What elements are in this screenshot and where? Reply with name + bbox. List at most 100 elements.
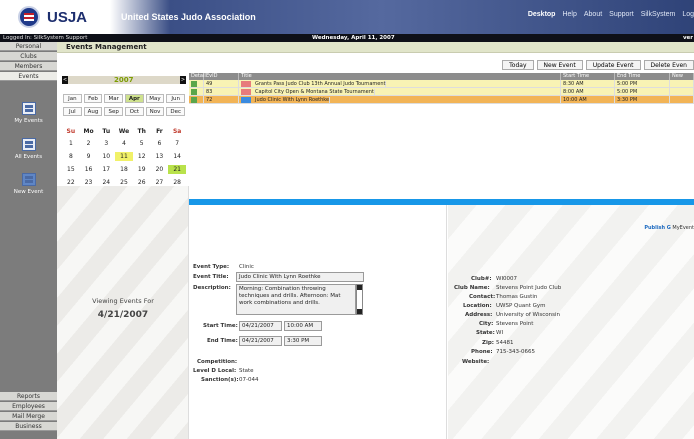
- calendar-day[interactable]: 17: [97, 165, 115, 174]
- sidebar-all-events[interactable]: All Events: [0, 138, 57, 160]
- event-details: Event Type: Clinic Event Title: Judo Cli…: [189, 205, 447, 439]
- sidebar-my-events-label: My Events: [14, 118, 43, 124]
- level-label: Level D Local:: [193, 368, 237, 374]
- calendar-day[interactable]: 21: [168, 165, 186, 174]
- calendar-day[interactable]: 12: [133, 152, 151, 161]
- table-row[interactable]: 72 Judo Clinic With Lynn Roethke 10:00 A…: [189, 96, 694, 104]
- calendar-day[interactable]: 11: [115, 152, 133, 161]
- competition-label: Competition:: [197, 359, 238, 365]
- new-event-button[interactable]: New Event: [536, 60, 583, 70]
- sidebar-tab-employees[interactable]: Employees: [0, 402, 57, 411]
- month-aug[interactable]: Aug: [83, 107, 103, 116]
- calendar-day[interactable]: 20: [151, 165, 169, 174]
- description-field[interactable]: Morning: Combination throwing techniques…: [236, 284, 356, 315]
- month-jan[interactable]: Jan: [63, 94, 82, 103]
- calendar-day[interactable]: 9: [80, 152, 98, 161]
- start-time-field[interactable]: 10:00 AM: [284, 321, 322, 331]
- contact-value: Thomas Gustin: [496, 294, 538, 300]
- calendar-day[interactable]: 16: [80, 165, 98, 174]
- calendar-day[interactable]: 2: [80, 139, 98, 148]
- col-new[interactable]: New: [670, 73, 694, 80]
- cell-start: 8:00 AM: [561, 88, 615, 95]
- calendar-day[interactable]: 10: [97, 152, 115, 161]
- calendar-year-bar: < 2007 >: [62, 76, 186, 84]
- calendar-day[interactable]: 8: [62, 152, 80, 161]
- google-calendar-icon[interactable]: G: [667, 225, 671, 231]
- nav-support[interactable]: Support: [609, 11, 634, 18]
- cell-end: 5:00 PM: [615, 88, 670, 95]
- app-header: USJA United States Judo Association Desk…: [0, 0, 694, 34]
- month-may[interactable]: May: [145, 94, 165, 103]
- col-evid[interactable]: EvID: [204, 73, 239, 80]
- month-mar[interactable]: Mar: [104, 94, 123, 103]
- sidebar-tab-business[interactable]: Business: [0, 422, 57, 431]
- detail-check-icon[interactable]: [191, 97, 197, 103]
- update-event-button[interactable]: Update Event: [585, 60, 641, 70]
- cell-title: Grants Pass Judo Club 13th Annual Judo T…: [253, 81, 387, 87]
- nav-desktop[interactable]: Desktop: [528, 11, 556, 18]
- month-sep[interactable]: Sep: [104, 107, 123, 116]
- publish-button[interactable]: Publish: [644, 225, 665, 231]
- col-detail[interactable]: Detail: [189, 73, 206, 80]
- month-dec[interactable]: Dec: [166, 107, 185, 116]
- club-details: Club#: WI0007 Club Name: Stevens Point J…: [448, 205, 694, 439]
- month-feb[interactable]: Feb: [83, 94, 103, 103]
- start-date-field[interactable]: 04/21/2007: [239, 321, 282, 331]
- sidebar-new-event[interactable]: New Event: [0, 173, 57, 195]
- weekday-label: Su: [66, 128, 76, 135]
- calendar-day[interactable]: 15: [62, 165, 80, 174]
- calendar-day[interactable]: 1: [62, 139, 80, 148]
- delete-event-button[interactable]: Delete Even: [643, 60, 694, 70]
- calendar-day[interactable]: 13: [151, 152, 169, 161]
- month-nov[interactable]: Nov: [145, 107, 165, 116]
- prev-year-button[interactable]: <: [62, 76, 68, 84]
- nav-help[interactable]: Help: [562, 11, 576, 18]
- calendar-day[interactable]: 7: [168, 139, 186, 148]
- sidebar-tab-clubs[interactable]: Clubs: [0, 52, 57, 61]
- sidebar-tab-reports[interactable]: Reports: [0, 392, 57, 401]
- detail-check-icon[interactable]: [191, 81, 197, 87]
- logo-text: USJA: [47, 9, 88, 26]
- weekday-label: Tu: [102, 128, 111, 135]
- calendar-day[interactable]: 3: [97, 139, 115, 148]
- sidebar-tab-mail-merge[interactable]: Mail Merge: [0, 412, 57, 421]
- nav-logout[interactable]: Log: [682, 11, 694, 18]
- nav-silksystem[interactable]: SilkSystem: [641, 11, 676, 18]
- end-date-field[interactable]: 04/21/2007: [239, 336, 282, 346]
- description-scrollbar[interactable]: [356, 284, 363, 315]
- sidebar-tab-personal[interactable]: Personal: [0, 42, 57, 51]
- event-title-field[interactable]: Judo Clinic With Lynn Roethke: [236, 272, 364, 282]
- my-events-link[interactable]: MyEvent: [672, 225, 694, 231]
- calendar-day[interactable]: 14: [168, 152, 186, 161]
- sidebar-my-events[interactable]: My Events: [0, 102, 57, 124]
- calendar-day[interactable]: 18: [115, 165, 133, 174]
- month-apr[interactable]: Apr: [124, 94, 144, 103]
- club-number-value: WI0007: [496, 276, 518, 282]
- month-jul[interactable]: Jul: [63, 107, 82, 116]
- col-end-time[interactable]: End Time: [615, 73, 670, 80]
- today-button[interactable]: Today: [502, 60, 534, 70]
- table-row[interactable]: 83 Capitol City Open & Montana State Tou…: [189, 88, 694, 96]
- table-row[interactable]: 49 Grants Pass Judo Club 13th Annual Jud…: [189, 80, 694, 88]
- calendar-day[interactable]: 19: [133, 165, 151, 174]
- month-jun[interactable]: Jun: [166, 94, 185, 103]
- month-oct[interactable]: Oct: [124, 107, 144, 116]
- nav-about[interactable]: About: [584, 11, 602, 18]
- weekday-label: Sa: [172, 128, 182, 135]
- end-time-field[interactable]: 3:30 PM: [284, 336, 322, 346]
- sidebar-tab-events[interactable]: Events: [0, 72, 57, 81]
- cell-start: 8:30 AM: [561, 80, 615, 87]
- col-title[interactable]: Title: [239, 73, 561, 80]
- scroll-up-icon[interactable]: [357, 285, 362, 290]
- event-color-swatch: [241, 89, 251, 95]
- city-value: Stevens Point: [496, 321, 534, 327]
- scroll-down-icon[interactable]: [357, 309, 362, 314]
- calendar-day[interactable]: 6: [151, 139, 169, 148]
- next-year-button[interactable]: >: [180, 76, 186, 84]
- calendar-day[interactable]: 5: [133, 139, 151, 148]
- all-events-icon: [21, 138, 36, 151]
- col-start-time[interactable]: Start Time: [561, 73, 615, 80]
- sidebar-tab-members[interactable]: Members: [0, 62, 57, 71]
- calendar-day[interactable]: 4: [115, 139, 133, 148]
- detail-check-icon[interactable]: [191, 89, 197, 95]
